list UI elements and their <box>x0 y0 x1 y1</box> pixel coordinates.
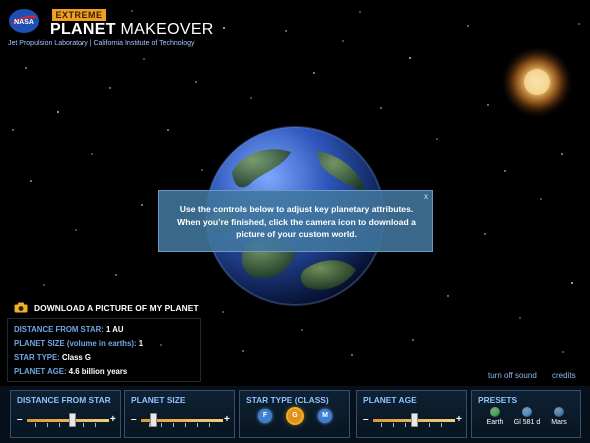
planet-info-panel: DISTANCE FROM STAR: 1 AU PLANET SIZE (vo… <box>7 318 201 382</box>
distance-control-title: DISTANCE FROM STAR <box>17 395 111 405</box>
info-star-type-label: STAR TYPE: <box>14 353 60 362</box>
planet-size-tick <box>161 423 162 427</box>
preset-gl-581-d-label: Gl 581 d <box>513 419 541 426</box>
download-picture-link[interactable]: DOWNLOAD A PICTURE OF MY PLANET <box>14 302 199 314</box>
app-title: PLANET MAKEOVER <box>50 21 214 39</box>
mars-preset-icon[interactable] <box>554 407 564 417</box>
info-size-label: PLANET SIZE (volume in earths): <box>14 339 137 348</box>
info-star-type-value: Class G <box>61 353 91 362</box>
planet-size-slider[interactable]: – + <box>131 411 231 429</box>
planet-age-slider-thumb[interactable] <box>410 413 418 427</box>
planet-age-tick <box>405 423 406 427</box>
distance-slider[interactable]: – + <box>17 411 117 429</box>
info-age: PLANET AGE: 4.6 billion years <box>14 367 127 376</box>
planet-size-tick <box>197 423 198 427</box>
preset-mars[interactable]: Mars <box>544 407 574 426</box>
download-picture-label[interactable]: DOWNLOAD A PICTURE OF MY PLANET <box>34 303 199 313</box>
preset-mars-label: Mars <box>551 419 567 426</box>
info-age-label: PLANET AGE: <box>14 367 67 376</box>
planet-age-decrease-button[interactable]: – <box>363 414 369 425</box>
info-star-type: STAR TYPE: Class G <box>14 353 91 362</box>
popup-close-button[interactable]: x <box>424 192 428 201</box>
info-distance-value: 1 AU <box>105 325 124 334</box>
star-type-g-button[interactable]: G <box>288 409 302 423</box>
gl-581-d-preset-icon[interactable] <box>522 407 532 417</box>
planet-size-increase-button[interactable]: + <box>224 414 230 425</box>
distance-decrease-button[interactable]: – <box>17 414 23 425</box>
star-type-f-button[interactable]: F <box>258 409 272 423</box>
planet-age-tick <box>381 423 382 427</box>
planet-age-slider[interactable]: – + <box>363 411 463 429</box>
star-type-control: STAR TYPE (CLASS) F G M <box>239 390 350 438</box>
planet-age-control: PLANET AGE – + <box>356 390 467 438</box>
distance-tick <box>35 423 36 427</box>
instruction-popup: x Use the controls below to adjust key p… <box>158 190 433 252</box>
nasa-logo: NASA <box>9 9 39 33</box>
info-distance-label: DISTANCE FROM STAR: <box>14 325 104 334</box>
planet-age-increase-button[interactable]: + <box>456 414 462 425</box>
distance-slider-thumb[interactable] <box>68 413 76 427</box>
app-title-bold: PLANET <box>50 21 116 38</box>
svg-text:NASA: NASA <box>14 19 34 26</box>
preset-earth-label: Earth <box>486 419 504 426</box>
planet-size-tick <box>173 423 174 427</box>
distance-tick <box>95 423 96 427</box>
distance-tick <box>59 423 60 427</box>
planet-size-control-title: PLANET SIZE <box>131 395 186 405</box>
planet-age-tick <box>441 423 442 427</box>
info-distance: DISTANCE FROM STAR: 1 AU <box>14 325 123 334</box>
app-header: NASA EXTREME PLANET MAKEOVER Jet Propuls… <box>8 8 213 50</box>
star-type-m-button[interactable]: M <box>318 409 332 423</box>
distance-increase-button[interactable]: + <box>110 414 116 425</box>
app-subtitle: Jet Propulsion Laboratory | California I… <box>8 40 195 47</box>
distance-tick <box>47 423 48 427</box>
info-size: PLANET SIZE (volume in earths): 1 <box>14 339 143 348</box>
presets-control: PRESETS Earth Gl 581 d Mars <box>471 390 581 438</box>
planet-size-tick <box>185 423 186 427</box>
planet-age-tick <box>393 423 394 427</box>
preset-gl-581-d[interactable]: Gl 581 d <box>512 407 542 426</box>
planet-size-tick <box>209 423 210 427</box>
earth-preset-icon[interactable] <box>490 407 500 417</box>
planet-age-control-title: PLANET AGE <box>363 395 417 405</box>
instruction-text: Use the controls below to adjust key pla… <box>177 204 416 239</box>
distance-control: DISTANCE FROM STAR – + <box>10 390 121 438</box>
turn-off-sound-link[interactable]: turn off sound <box>488 371 537 380</box>
distance-tick <box>83 423 84 427</box>
planet-age-tick <box>429 423 430 427</box>
info-age-value: 4.6 billion years <box>68 367 128 376</box>
info-size-value: 1 <box>138 339 144 348</box>
planet-size-slider-thumb[interactable] <box>149 413 157 427</box>
camera-icon[interactable] <box>14 302 28 313</box>
credits-link[interactable]: credits <box>552 371 576 380</box>
planet-size-control: PLANET SIZE – + <box>124 390 235 438</box>
extreme-badge: EXTREME <box>52 9 106 21</box>
presets-title: PRESETS <box>478 395 518 405</box>
planet-size-decrease-button[interactable]: – <box>131 414 137 425</box>
preset-earth[interactable]: Earth <box>480 407 510 426</box>
star-type-control-title: STAR TYPE (CLASS) <box>246 395 329 405</box>
app-title-rest: MAKEOVER <box>115 21 214 38</box>
